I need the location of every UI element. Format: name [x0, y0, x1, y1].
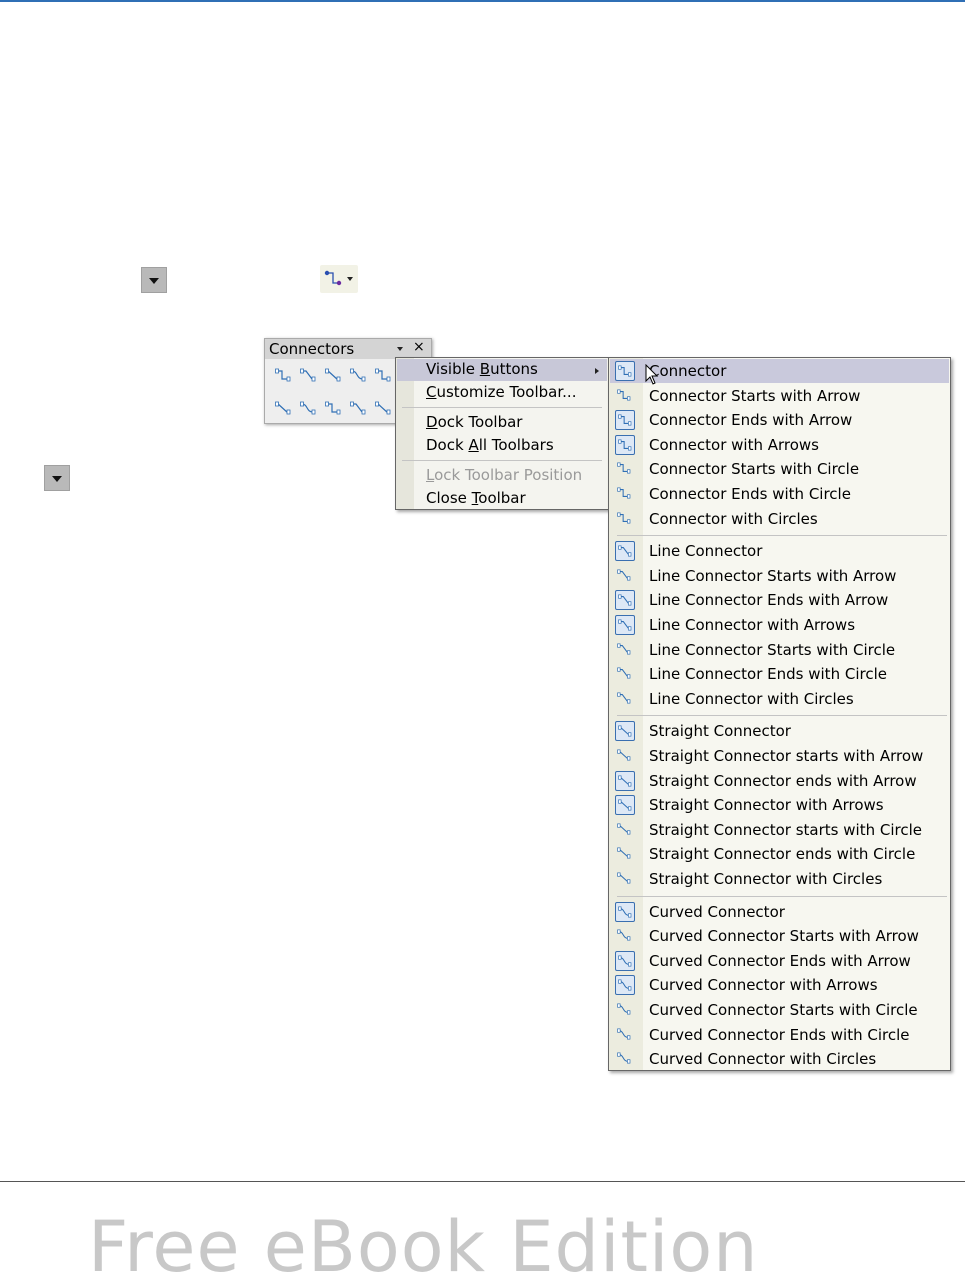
connector-icon	[324, 270, 342, 286]
checked-connector-icon	[615, 770, 635, 791]
menu-separator	[617, 535, 947, 537]
toolbar-context-menu: Visible Buttons Customize Toolbar... Doc…	[395, 357, 609, 510]
submenu-item[interactable]: Connector Starts with Arrow	[649, 387, 860, 405]
checked-connector-icon	[615, 901, 635, 922]
submenu-item[interactable]: Straight Connector ends with Arrow	[649, 772, 917, 790]
connector-icon	[615, 640, 635, 660]
submenu-item[interactable]: Straight Connector ends with Circle	[649, 845, 915, 863]
submenu-item[interactable]: Line Connector Starts with Circle	[649, 641, 895, 659]
straight-connector-icon[interactable]	[300, 400, 316, 415]
submenu-item[interactable]: Straight Connector starts with Arrow	[649, 747, 923, 765]
submenu-item[interactable]: Line Connector with Circles	[649, 690, 854, 708]
bottom-rule	[0, 1181, 965, 1182]
visible-buttons-submenu: Connector Connector Starts with Arrow Conn…	[608, 357, 951, 1071]
submenu-item[interactable]: Straight Connector	[649, 722, 791, 740]
submenu-item[interactable]: Connector Ends with Circle	[649, 485, 851, 503]
submenu-item[interactable]: Line Connector Starts with Arrow	[649, 567, 896, 585]
connector-icon	[615, 1025, 635, 1045]
close-icon[interactable]: ×	[413, 339, 425, 355]
checked-connector-icon	[615, 361, 635, 381]
top-rule	[0, 0, 965, 2]
submenu-item[interactable]: Curved Connector with Circles	[649, 1050, 876, 1068]
connector-icon[interactable]	[275, 367, 291, 382]
submenu-item[interactable]: Connector	[649, 362, 726, 380]
checked-connector-icon	[615, 950, 635, 971]
chevron-right-icon	[595, 368, 599, 374]
dropdown-arrow-button[interactable]	[141, 267, 167, 293]
curved-arrow-icon[interactable]	[375, 400, 391, 415]
checked-connector-icon	[615, 410, 635, 431]
submenu-item[interactable]: Straight Connector with Arrows	[649, 796, 884, 814]
menu-item-dock-all-toolbars[interactable]: Dock All Toolbars	[426, 436, 554, 454]
chevron-down-icon	[347, 277, 353, 281]
submenu-item[interactable]: Connector Starts with Circle	[649, 460, 859, 478]
submenu-item[interactable]: Curved Connector Starts with Arrow	[649, 927, 919, 945]
connector-toolbar-button[interactable]	[320, 265, 358, 293]
curved-connector-icon[interactable]	[350, 400, 366, 415]
connector-arrows-icon[interactable]	[325, 367, 341, 382]
line-connector-icon[interactable]	[275, 400, 291, 415]
chevron-down-icon	[52, 476, 62, 482]
submenu-item[interactable]: Connector with Circles	[649, 510, 818, 528]
checked-connector-icon	[615, 721, 635, 742]
checked-connector-icon	[615, 975, 635, 996]
watermark-text: Free eBook Edition	[88, 1206, 759, 1288]
menu-item-customize-toolbar[interactable]: Customize Toolbar...	[426, 383, 576, 401]
connector-circle-icon[interactable]	[375, 367, 391, 382]
connector-icon	[615, 1049, 635, 1069]
submenu-item[interactable]: Connector with Arrows	[649, 436, 819, 454]
submenu-item[interactable]: Line Connector Ends with Arrow	[649, 591, 888, 609]
submenu-item[interactable]: Curved Connector Ends with Circle	[649, 1026, 909, 1044]
checked-connector-icon	[615, 541, 635, 562]
connector-icon	[615, 566, 635, 586]
checked-connector-icon	[615, 590, 635, 611]
connector-icon	[615, 484, 635, 504]
dropdown-arrow-button[interactable]	[44, 465, 70, 491]
connector-icon	[615, 820, 635, 840]
menu-separator	[617, 715, 947, 717]
chevron-down-icon	[149, 278, 159, 284]
submenu-item[interactable]: Line Connector Ends with Circle	[649, 665, 887, 683]
connector-icon	[615, 746, 635, 766]
connector-icon	[615, 926, 635, 946]
mouse-cursor-icon	[645, 364, 659, 385]
connector-icon	[615, 869, 635, 889]
connector-starts-arrow-icon[interactable]	[300, 367, 316, 382]
submenu-item[interactable]: Connector Ends with Arrow	[649, 411, 852, 429]
menu-item-dock-toolbar[interactable]: Dock Toolbar	[426, 413, 522, 431]
connector-icon	[615, 1000, 635, 1020]
menu-item-close-toolbar[interactable]: Close Toolbar	[426, 489, 526, 507]
connector-icon	[615, 664, 635, 684]
toolbar-menu-icon[interactable]	[397, 347, 403, 351]
menu-item-lock-toolbar-position: Lock Toolbar Position	[426, 466, 583, 484]
submenu-item[interactable]: Straight Connector with Circles	[649, 870, 882, 888]
submenu-item[interactable]: Straight Connector starts with Circle	[649, 821, 922, 839]
submenu-item[interactable]: Curved Connector with Arrows	[649, 976, 878, 994]
straight-arrows-icon[interactable]	[325, 400, 341, 415]
submenu-item[interactable]: Curved Connector Ends with Arrow	[649, 952, 911, 970]
submenu-item[interactable]: Line Connector with Arrows	[649, 616, 855, 634]
connector-icon	[615, 844, 635, 864]
menu-separator	[617, 895, 947, 897]
checked-connector-icon	[615, 795, 635, 816]
submenu-item[interactable]: Curved Connector	[649, 903, 785, 921]
menu-separator	[402, 460, 602, 461]
connector-icon	[615, 509, 635, 529]
toolbar-title: Connectors	[269, 340, 355, 358]
submenu-item[interactable]: Line Connector	[649, 542, 762, 560]
connector-icon	[615, 459, 635, 479]
menu-item-visible-buttons[interactable]: Visible Buttons	[426, 360, 538, 378]
checked-connector-icon	[615, 434, 635, 455]
connector-icon	[615, 689, 635, 709]
menu-separator	[402, 407, 602, 408]
toolbar-titlebar[interactable]: Connectors ×	[265, 339, 431, 359]
connector-icon	[615, 386, 635, 406]
submenu-item[interactable]: Curved Connector Starts with Circle	[649, 1001, 918, 1019]
connector-ends-arrow-icon[interactable]	[350, 367, 366, 382]
checked-connector-icon	[615, 615, 635, 635]
